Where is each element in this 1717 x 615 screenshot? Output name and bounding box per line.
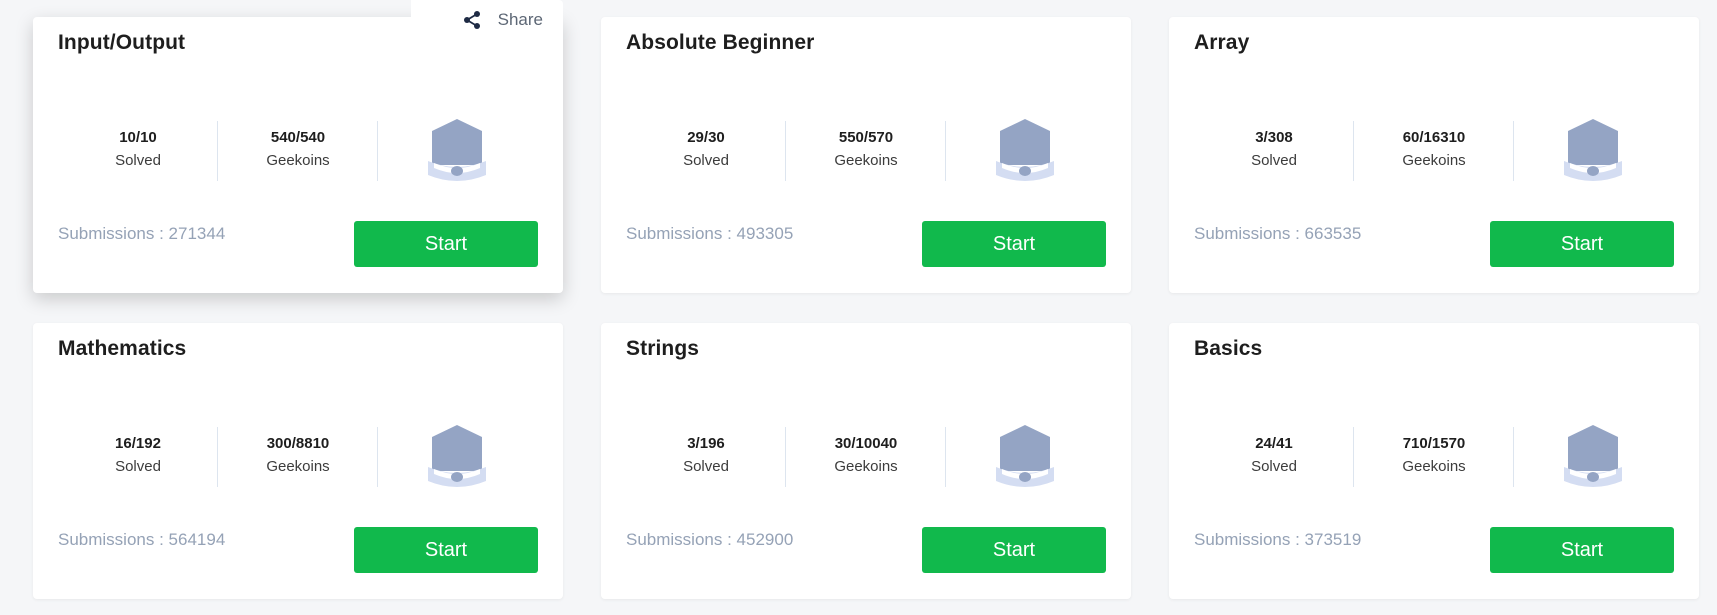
solved-label: Solved: [115, 152, 161, 169]
geekoins-value: 550/570: [838, 129, 894, 146]
geekoins-label: Geekoins: [834, 152, 898, 169]
solved-value: 3/308: [1255, 129, 1293, 146]
track-card-array[interactable]: Array 3/308 Solved 60/16310 Geekoins Sub…: [1169, 17, 1699, 293]
solved-label: Solved: [683, 458, 729, 475]
geekoins-label: Geekoins: [834, 458, 898, 475]
stat-divider: [1513, 121, 1514, 181]
start-button[interactable]: Start: [354, 527, 538, 573]
geekoins-value: 300/8810: [266, 435, 330, 452]
start-button[interactable]: Start: [354, 221, 538, 267]
solved-value: 16/192: [115, 435, 161, 452]
submissions-count: Submissions : 373519: [1194, 530, 1362, 549]
solved-stat: 16/192 Solved: [58, 425, 218, 489]
stat-divider: [945, 427, 946, 487]
geekoins-stat: 60/16310 Geekoins: [1354, 119, 1514, 183]
start-button[interactable]: Start: [922, 527, 1106, 573]
geekoins-stat: 550/570 Geekoins: [786, 119, 946, 183]
stat-divider: [377, 427, 378, 487]
share-label: Share: [497, 10, 543, 29]
stat-divider: [945, 121, 946, 181]
geekoins-value: 540/540: [270, 129, 326, 146]
card-stats: 3/308 Solved 60/16310 Geekoins: [1169, 119, 1699, 183]
geekoins-stat: 300/8810 Geekoins: [218, 425, 378, 489]
badge-icon: [1564, 119, 1622, 181]
badge-icon: [428, 425, 486, 487]
submissions-count: Submissions : 452900: [626, 530, 794, 549]
geekoins-label: Geekoins: [266, 458, 330, 475]
track-card-strings[interactable]: Strings 3/196 Solved 30/10040 Geekoins S…: [601, 323, 1131, 599]
geekoins-stat: 30/10040 Geekoins: [786, 425, 946, 489]
geekoins-stat: 540/540 Geekoins: [218, 119, 378, 183]
card-title: Input/Output: [58, 31, 186, 54]
solved-stat: 29/30 Solved: [626, 119, 786, 183]
solved-stat: 3/196 Solved: [626, 425, 786, 489]
start-button[interactable]: Start: [922, 221, 1106, 267]
geekoins-label: Geekoins: [266, 152, 330, 169]
card-title: Strings: [626, 337, 700, 360]
badge-icon: [428, 119, 486, 181]
geekoins-value: 60/16310: [1402, 129, 1466, 146]
solved-value: 10/10: [119, 129, 157, 146]
solved-stat: 24/41 Solved: [1194, 425, 1354, 489]
track-card-mathematics[interactable]: Mathematics 16/192 Solved 300/8810 Geeko…: [33, 323, 563, 599]
geekoins-stat: 710/1570 Geekoins: [1354, 425, 1514, 489]
badge-icon: [996, 425, 1054, 487]
solved-label: Solved: [1251, 152, 1297, 169]
card-stats: 29/30 Solved 550/570 Geekoins: [601, 119, 1131, 183]
geekoins-value: 710/1570: [1402, 435, 1466, 452]
card-stats: 16/192 Solved 300/8810 Geekoins: [33, 425, 563, 489]
solved-value: 29/30: [687, 129, 725, 146]
badge-icon: [996, 119, 1054, 181]
track-card-grid: Share Input/Output 10/10 Solved 540/540 …: [33, 0, 1699, 599]
submissions-count: Submissions : 493305: [626, 224, 794, 243]
geekoins-label: Geekoins: [1402, 152, 1466, 169]
solved-label: Solved: [115, 458, 161, 475]
submissions-count: Submissions : 271344: [58, 224, 226, 243]
geekoins-label: Geekoins: [1402, 458, 1466, 475]
card-title: Absolute Beginner: [626, 31, 815, 54]
start-button[interactable]: Start: [1490, 221, 1674, 267]
card-title: Mathematics: [58, 337, 187, 360]
start-button[interactable]: Start: [1490, 527, 1674, 573]
solved-value: 3/196: [687, 435, 725, 452]
track-card-absolute-beginner[interactable]: Absolute Beginner 29/30 Solved 550/570 G…: [601, 17, 1131, 293]
solved-stat: 3/308 Solved: [1194, 119, 1354, 183]
stat-divider: [377, 121, 378, 181]
badge-icon: [1564, 425, 1622, 487]
track-card-basics[interactable]: Basics 24/41 Solved 710/1570 Geekoins Su…: [1169, 323, 1699, 599]
solved-label: Solved: [683, 152, 729, 169]
solved-value: 24/41: [1255, 435, 1293, 452]
submissions-count: Submissions : 564194: [58, 530, 226, 549]
geekoins-value: 30/10040: [834, 435, 898, 452]
share-icon: [463, 11, 480, 29]
solved-label: Solved: [1251, 458, 1297, 475]
card-title: Array: [1194, 31, 1250, 54]
card-stats: 3/196 Solved 30/10040 Geekoins: [601, 425, 1131, 489]
card-title: Basics: [1194, 337, 1263, 360]
stat-divider: [1513, 427, 1514, 487]
share-button[interactable]: Share: [411, 0, 563, 40]
card-stats: 10/10 Solved 540/540 Geekoins: [33, 119, 563, 183]
solved-stat: 10/10 Solved: [58, 119, 218, 183]
submissions-count: Submissions : 663535: [1194, 224, 1362, 243]
card-stats: 24/41 Solved 710/1570 Geekoins: [1169, 425, 1699, 489]
track-card-input-output[interactable]: Share Input/Output 10/10 Solved 540/540 …: [33, 0, 563, 293]
